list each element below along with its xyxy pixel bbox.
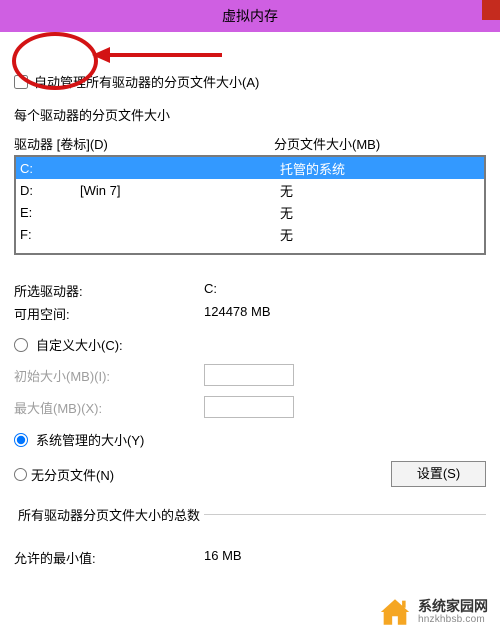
drive-letter: E: <box>20 205 80 220</box>
watermark-text: 系统家园网 hnzkhbsb.com <box>418 598 488 627</box>
dialog-content: 自动管理所有驱动器的分页文件大小(A) 每个驱动器的分页文件大小 驱动器 [卷标… <box>0 32 500 567</box>
drive-row[interactable]: D: [Win 7] 无 <box>16 179 484 201</box>
auto-manage-checkbox[interactable] <box>14 75 28 89</box>
titlebar: 虚拟内存 <box>0 0 500 32</box>
max-size-input[interactable] <box>204 396 294 418</box>
drive-pagefile: 无 <box>280 181 440 200</box>
auto-manage-label: 自动管理所有驱动器的分页文件大小(A) <box>34 72 259 91</box>
max-size-row: 最大值(MB)(X): <box>14 396 486 418</box>
drive-letter: D: <box>20 183 80 198</box>
available-space-label: 可用空间: <box>14 304 204 323</box>
no-paging-label: 无分页文件(N) <box>31 465 114 484</box>
totals-group: 所有驱动器分页文件大小的总数 允许的最小值: 16 MB <box>14 505 486 567</box>
drive-pagefile: 无 <box>280 203 440 222</box>
drive-list[interactable]: C: 托管的系统 D: [Win 7] 无 E: 无 F: 无 <box>14 155 486 255</box>
selected-drive-value: C: <box>204 281 217 300</box>
totals-min-label: 允许的最小值: <box>14 548 204 567</box>
system-managed-row: 系统管理的大小(Y) <box>14 430 486 449</box>
selected-drive-info: 所选驱动器: C: 可用空间: 124478 MB <box>14 281 486 323</box>
selected-drive-label: 所选驱动器: <box>14 281 204 300</box>
drive-label: [Win 7] <box>80 183 280 198</box>
drive-row[interactable]: E: 无 <box>16 201 484 223</box>
no-paging-row: 无分页文件(N) 设置(S) <box>14 461 486 487</box>
custom-size-row: 自定义大小(C): <box>14 335 486 354</box>
auto-manage-row: 自动管理所有驱动器的分页文件大小(A) <box>14 72 486 91</box>
drive-letter: F: <box>20 227 80 242</box>
close-button[interactable] <box>482 0 500 20</box>
custom-size-radio[interactable] <box>14 338 28 352</box>
set-button[interactable]: 设置(S) <box>391 461 486 487</box>
col-header-drive: 驱动器 [卷标](D) <box>14 134 274 153</box>
no-paging-radio[interactable] <box>14 468 27 481</box>
col-header-pagefile: 分页文件大小(MB) <box>274 134 474 153</box>
drive-pagefile: 托管的系统 <box>280 159 440 178</box>
system-managed-radio[interactable] <box>14 433 28 447</box>
drive-letter: C: <box>20 161 80 176</box>
house-icon <box>378 595 412 629</box>
totals-min-value: 16 MB <box>204 548 242 567</box>
watermark-line2: hnzkhbsb.com <box>418 614 488 626</box>
initial-size-row: 初始大小(MB)(I): <box>14 364 486 386</box>
watermark: 系统家园网 hnzkhbsb.com <box>372 591 494 633</box>
drive-table-header: 驱动器 [卷标](D) 分页文件大小(MB) <box>14 134 486 153</box>
window-title: 虚拟内存 <box>222 6 278 26</box>
drive-row[interactable]: F: 无 <box>16 223 484 245</box>
drive-row[interactable]: C: 托管的系统 <box>16 157 484 179</box>
drive-pagefile: 无 <box>280 225 440 244</box>
watermark-line1: 系统家园网 <box>418 598 488 615</box>
initial-size-label: 初始大小(MB)(I): <box>14 366 204 385</box>
totals-group-label: 所有驱动器分页文件大小的总数 <box>14 505 204 524</box>
available-space-value: 124478 MB <box>204 304 271 323</box>
max-size-label: 最大值(MB)(X): <box>14 398 204 417</box>
per-drive-group-label: 每个驱动器的分页文件大小 <box>14 105 486 124</box>
system-managed-label: 系统管理的大小(Y) <box>36 430 144 449</box>
initial-size-input[interactable] <box>204 364 294 386</box>
custom-size-label: 自定义大小(C): <box>36 335 123 354</box>
